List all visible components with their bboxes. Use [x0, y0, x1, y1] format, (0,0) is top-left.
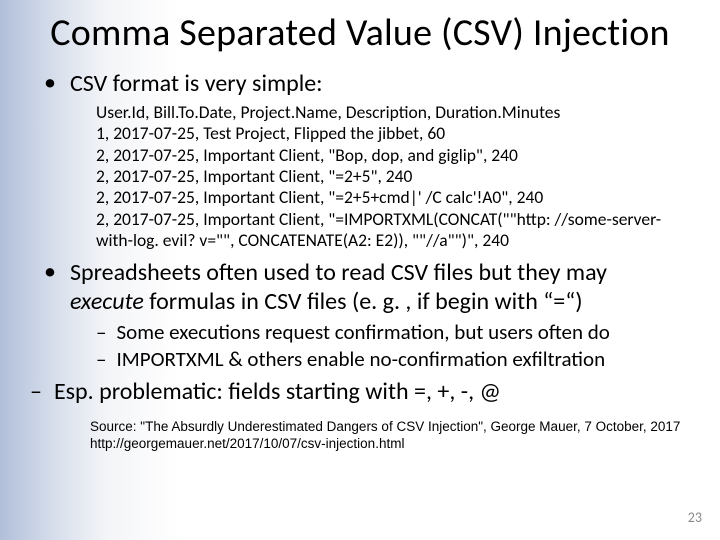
source-citation: Source: "The Absurdly Underestimated Dan…: [90, 419, 684, 453]
dash-icon: –: [96, 347, 106, 372]
list-item: • Spreadsheets often used to read CSV fi…: [42, 259, 684, 372]
list-item: • CSV format is very simple: User.Id, Bi…: [42, 70, 684, 252]
bullet-text: CSV format is very simple:: [70, 70, 323, 98]
sub-list: – Some executions request confirmation, …: [96, 320, 684, 372]
sub-item: – Some executions request confirmation, …: [96, 320, 684, 345]
page-number: 23: [688, 509, 702, 526]
slide-title: Comma Separated Value (CSV) Injection: [36, 12, 684, 56]
sub-text: Some executions request confirmation, bu…: [116, 320, 609, 345]
csv-example-block: User.Id, Bill.To.Date, Project.Name, Des…: [96, 102, 684, 251]
dash-icon: –: [30, 378, 42, 407]
bullet-icon: •: [44, 259, 56, 285]
sub-item: – IMPORTXML & others enable no-confirmat…: [96, 347, 684, 372]
sub-text: IMPORTXML & others enable no-confirmatio…: [116, 347, 605, 372]
italic-word: execute: [70, 287, 144, 316]
bullet-text: Esp. problematic: fields starting with =…: [54, 378, 501, 406]
dash-icon: –: [96, 320, 106, 345]
bullet-text: Spreadsheets often used to read CSV file…: [70, 259, 684, 316]
bullet-icon: •: [44, 70, 56, 96]
list-item: – Esp. problematic: fields starting with…: [42, 378, 684, 407]
bullet-list: • CSV format is very simple: User.Id, Bi…: [42, 70, 684, 408]
